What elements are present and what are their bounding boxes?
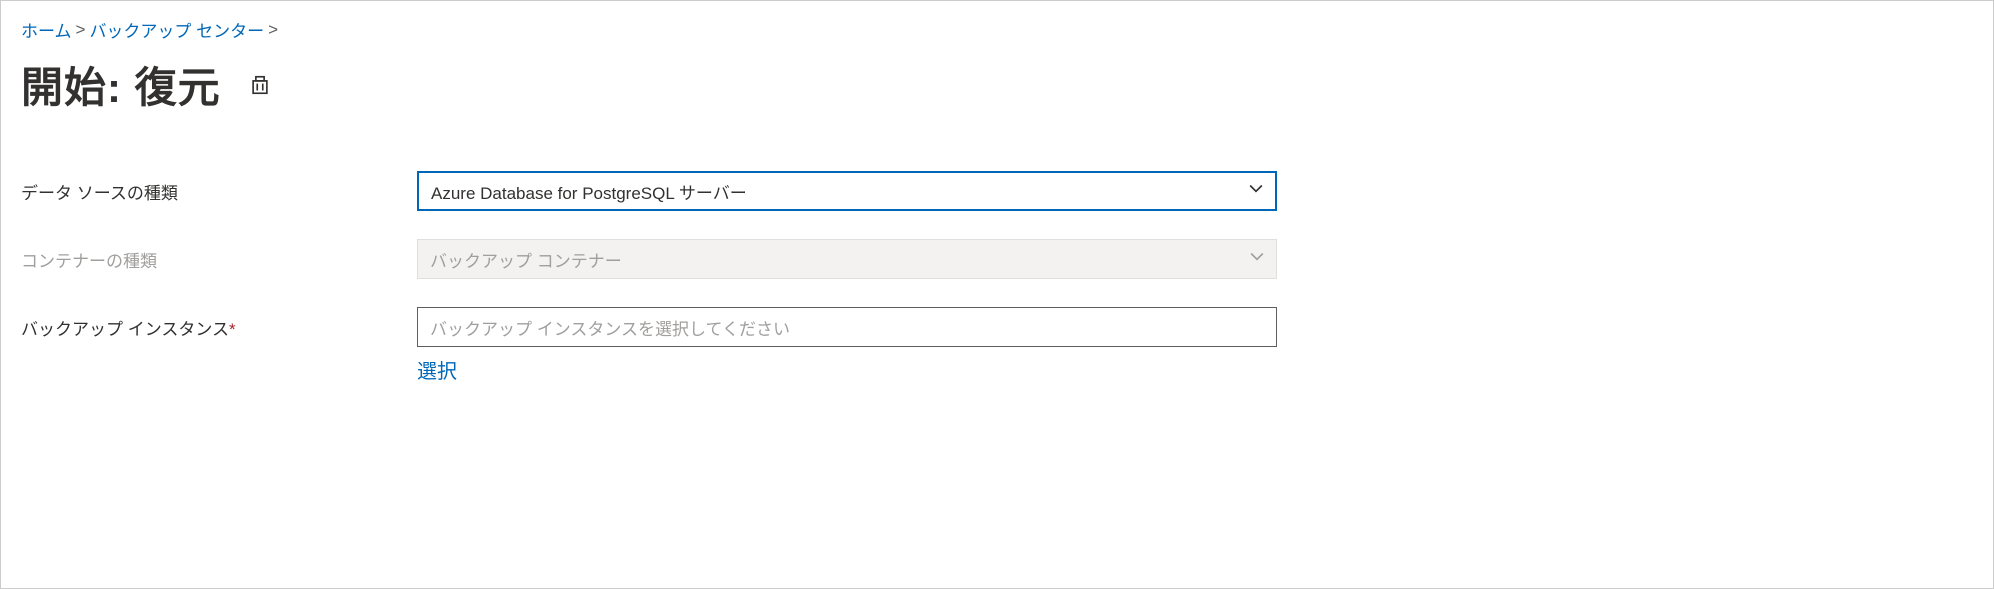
breadcrumb-home[interactable]: ホーム (21, 17, 72, 42)
dropdown-datasource-value: Azure Database for PostgreSQL サーバー (431, 179, 747, 204)
required-indicator: * (229, 320, 236, 339)
dropdown-container-placeholder: バックアップ コンテナー (430, 247, 622, 272)
page-title: 開始: 復元 (21, 54, 221, 115)
chevron-down-icon (1249, 181, 1263, 201)
row-datasource-type: データ ソースの種類 Azure Database for PostgreSQL… (21, 171, 1973, 211)
label-container-type: コンテナーの種類 (21, 247, 417, 272)
select-backup-instance-link[interactable]: 選択 (417, 355, 457, 384)
input-backup-instance[interactable]: バックアップ インスタンスを選択してください (417, 307, 1277, 347)
breadcrumb-backup-center[interactable]: バックアップ センター (89, 17, 264, 42)
label-datasource-type: データ ソースの種類 (21, 179, 417, 204)
dropdown-container-type: バックアップ コンテナー (417, 239, 1277, 279)
dropdown-datasource-type[interactable]: Azure Database for PostgreSQL サーバー (417, 171, 1277, 211)
chevron-down-icon (1250, 249, 1264, 269)
breadcrumb-separator: > (268, 20, 278, 40)
breadcrumb: ホーム > バックアップ センター > (21, 17, 1973, 42)
breadcrumb-separator: > (76, 20, 86, 40)
row-container-type: コンテナーの種類 バックアップ コンテナー (21, 239, 1973, 279)
label-backup-instance: バックアップ インスタンス* (21, 307, 417, 340)
row-backup-instance: バックアップ インスタンス* バックアップ インスタンスを選択してください 選択 (21, 307, 1973, 384)
title-row: 開始: 復元 (21, 54, 1973, 115)
input-backup-instance-placeholder: バックアップ インスタンスを選択してください (430, 315, 790, 340)
pin-icon[interactable] (249, 74, 271, 96)
